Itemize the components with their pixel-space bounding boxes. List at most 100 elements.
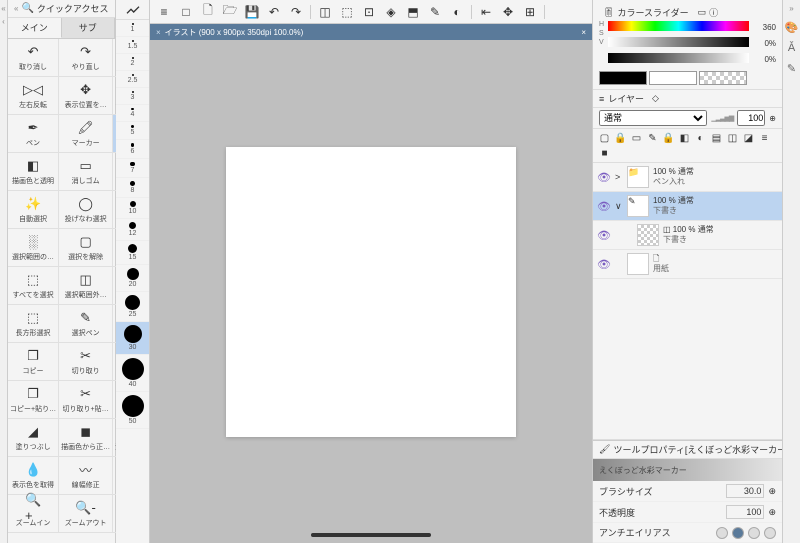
toolbar-btn-1[interactable]: □ xyxy=(176,3,196,21)
toolbar-btn-13[interactable]: ✎ xyxy=(425,3,445,21)
tool-9[interactable]: ◧描画色と透明 xyxy=(8,153,59,191)
opacity-input[interactable] xyxy=(737,110,765,126)
brush-size-value[interactable]: 30.0 xyxy=(726,484,764,498)
toolbar-btn-16[interactable]: ⇤ xyxy=(476,3,496,21)
opacity-stepper-icon[interactable]: ⊕ xyxy=(768,507,776,518)
toolbar-btn-14[interactable]: ◐ xyxy=(447,3,467,21)
expand-icon[interactable]: > xyxy=(615,172,623,182)
layer-btn-7[interactable]: ▤ xyxy=(709,131,724,145)
tab-main[interactable]: メイン xyxy=(8,18,62,38)
visibility-icon[interactable]: 👁 xyxy=(597,200,611,213)
toolbar-btn-4[interactable]: 💾 xyxy=(242,3,262,21)
toolbar-btn-18[interactable]: ⊞ xyxy=(520,3,540,21)
brush-size-8[interactable]: 8 xyxy=(116,178,149,198)
toolbar-btn-3[interactable]: 🗁 xyxy=(220,3,240,21)
layer-btn-5[interactable]: ◧ xyxy=(677,131,692,145)
swatch-foreground[interactable] xyxy=(599,71,647,85)
toolbar-btn-17[interactable]: ✥ xyxy=(498,3,518,21)
val-slider[interactable] xyxy=(608,53,749,63)
tool-28[interactable]: ✂切り取り+貼… xyxy=(59,381,113,419)
pen-tool-icon[interactable]: ✎ xyxy=(787,62,796,75)
tool-37[interactable]: 🔍-ズームアウト xyxy=(59,495,113,533)
canvas[interactable] xyxy=(226,147,516,437)
layer-btn-11[interactable]: ■ xyxy=(597,146,612,160)
tool-22[interactable]: ✎選択ペン xyxy=(59,305,113,343)
toolbar-btn-9[interactable]: ⬚ xyxy=(337,3,357,21)
toolbar-btn-0[interactable]: ≡ xyxy=(154,3,174,21)
collapse-left-icon[interactable]: « xyxy=(1,4,5,13)
opacity-value[interactable]: 100 xyxy=(726,505,764,519)
blend-mode-select[interactable]: 通常 xyxy=(599,110,707,126)
expand-icon[interactable]: ∨ xyxy=(615,201,623,212)
tool-1[interactable]: ↷やり直し xyxy=(59,39,113,77)
antialias-options[interactable] xyxy=(716,527,776,539)
brush-size-40[interactable]: 40 xyxy=(116,355,149,392)
text-icon[interactable]: Ǎ xyxy=(788,42,795,54)
layer-btn-8[interactable]: ◫ xyxy=(725,131,740,145)
layer-item-3[interactable]: 👁🗋 用紙 xyxy=(593,250,782,279)
tool-0[interactable]: ↶取り消し xyxy=(8,39,59,77)
swatch-background[interactable] xyxy=(649,71,697,85)
tab-sub[interactable]: サブ xyxy=(62,18,116,38)
palette-icon[interactable]: 🎨 xyxy=(785,21,799,34)
brush-size-1[interactable]: 1 xyxy=(116,20,149,37)
layer-btn-2[interactable]: ▭ xyxy=(629,131,644,145)
brush-size-50[interactable]: 50 xyxy=(116,392,149,429)
brush-size-1.5[interactable]: 1.5 xyxy=(116,37,149,54)
tool-7[interactable]: 🖍マーカー xyxy=(59,115,113,153)
tool-10[interactable]: ▭消しゴム xyxy=(59,153,113,191)
brush-size-4[interactable]: 4 xyxy=(116,105,149,122)
tool-13[interactable]: ◯投げなわ選択 xyxy=(59,191,113,229)
layer-btn-9[interactable]: ◪ xyxy=(741,131,756,145)
tool-31[interactable]: ◼描画色から正… xyxy=(59,419,113,457)
document-tab[interactable]: × イラスト (900 x 900px 350dpi 100.0%) × xyxy=(150,24,592,40)
tool-16[interactable]: ▢選択を解除 xyxy=(59,229,113,267)
brush-size-2[interactable]: 2 xyxy=(116,54,149,71)
tool-30[interactable]: ◢塗りつぶし xyxy=(8,419,59,457)
visibility-icon[interactable]: 👁 xyxy=(597,171,611,184)
toolbar-btn-12[interactable]: ⬒ xyxy=(403,3,423,21)
brush-size-3[interactable]: 3 xyxy=(116,88,149,105)
tool-36[interactable]: 🔍+ズームイン xyxy=(8,495,59,533)
layer-item-0[interactable]: 👁>📁100 % 通常ペン入れ xyxy=(593,163,782,192)
tool-4[interactable]: ✥表示位置を… xyxy=(59,77,113,115)
swatch-transparent[interactable] xyxy=(699,71,747,85)
panel-extra2-icon[interactable]: ⓘ xyxy=(709,6,718,19)
collapse-right-icon[interactable]: » xyxy=(789,4,793,13)
hue-slider[interactable] xyxy=(608,21,749,31)
toolbar-btn-8[interactable]: ◫ xyxy=(315,3,335,21)
brush-size-2.5[interactable]: 2.5 xyxy=(116,71,149,88)
layer-dropdown-icon[interactable]: ◇ xyxy=(652,93,659,104)
tool-27[interactable]: ❐コピー+貼り… xyxy=(8,381,59,419)
layer-btn-1[interactable]: 🔒 xyxy=(613,131,628,145)
brush-size-30[interactable]: 30 xyxy=(116,322,149,355)
collapse-left2-icon[interactable]: ‹ xyxy=(2,17,5,26)
tool-24[interactable]: ❐コピー xyxy=(8,343,59,381)
tool-12[interactable]: ✨自動選択 xyxy=(8,191,59,229)
layer-btn-0[interactable]: ▢ xyxy=(597,131,612,145)
panel-extra1-icon[interactable]: ▭ xyxy=(698,7,707,18)
layer-btn-4[interactable]: 🔒 xyxy=(661,131,676,145)
visibility-icon[interactable]: 👁 xyxy=(597,258,611,271)
quick-access-bar[interactable]: « 🔍 クイックアクセス xyxy=(8,0,115,18)
opacity-slider-icon[interactable]: ▁▂▃▅▆ xyxy=(711,114,733,122)
stepper-icon[interactable]: ⊕ xyxy=(769,114,776,123)
tool-18[interactable]: ⬚すべてを選択 xyxy=(8,267,59,305)
brush-size-6[interactable]: 6 xyxy=(116,140,149,159)
layer-btn-3[interactable]: ✎ xyxy=(645,131,660,145)
layer-btn-10[interactable]: ≡ xyxy=(757,131,772,145)
brush-size-20[interactable]: 20 xyxy=(116,265,149,292)
toolbar-btn-5[interactable]: ↶ xyxy=(264,3,284,21)
toolbar-btn-6[interactable]: ↷ xyxy=(286,3,306,21)
tool-6[interactable]: ✒ペン xyxy=(8,115,59,153)
tool-3[interactable]: ▷◁左右反転 xyxy=(8,77,59,115)
brush-size-12[interactable]: 12 xyxy=(116,219,149,241)
layer-btn-6[interactable]: ◐ xyxy=(693,131,708,145)
layer-item-2[interactable]: 👁◫ 100 % 通常下書き xyxy=(593,221,782,250)
tool-15[interactable]: ░選択範囲の… xyxy=(8,229,59,267)
tool-33[interactable]: 💧表示色を取得 xyxy=(8,457,59,495)
tool-25[interactable]: ✂切り取り xyxy=(59,343,113,381)
tool-34[interactable]: 〰線幅修正 xyxy=(59,457,113,495)
tool-21[interactable]: ⬚長方形選択 xyxy=(8,305,59,343)
layer-item-1[interactable]: 👁∨✎100 % 通常下書き xyxy=(593,192,782,221)
